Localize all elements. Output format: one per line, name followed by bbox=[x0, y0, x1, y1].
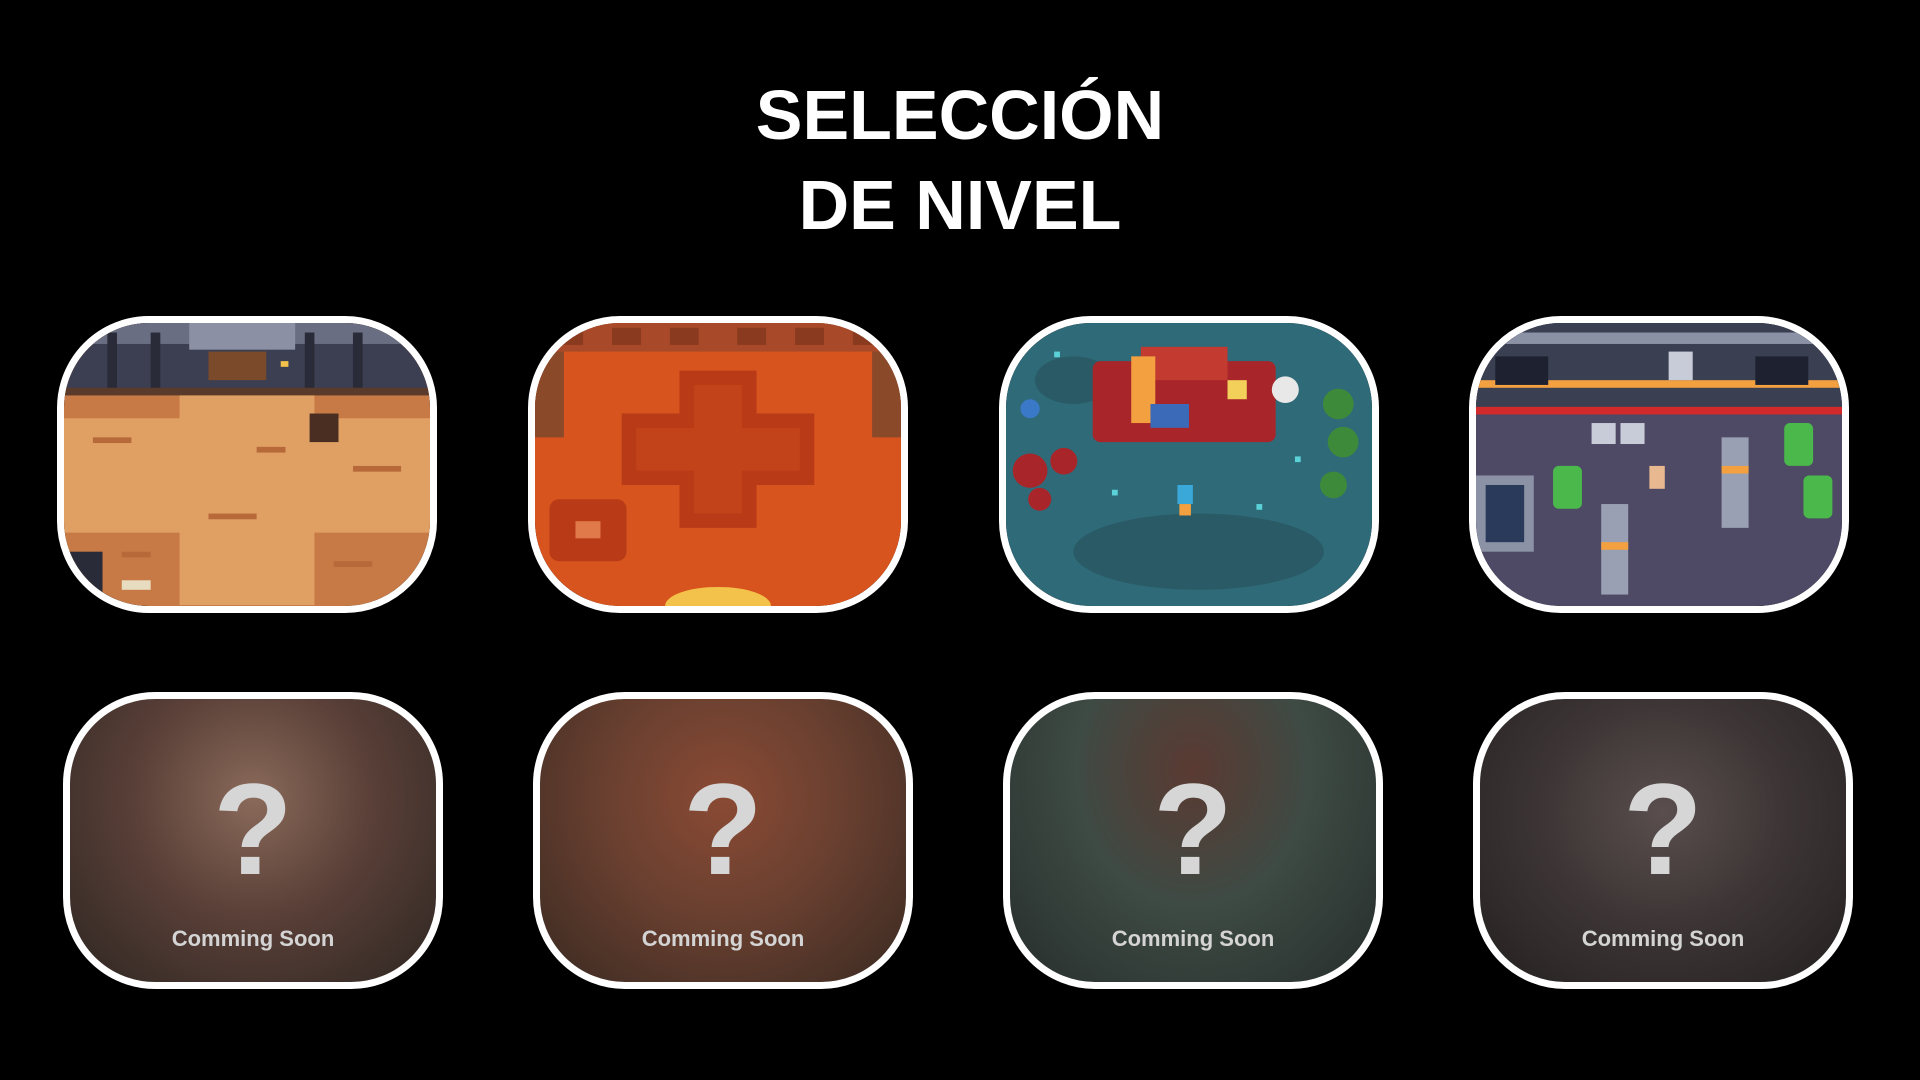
level-card-3[interactable] bbox=[999, 316, 1379, 613]
coming-soon-label: Comming Soon bbox=[1581, 926, 1745, 951]
level-card-2[interactable] bbox=[528, 316, 908, 613]
question-mark-icon: ? bbox=[1623, 756, 1703, 902]
level-4-preview bbox=[1476, 323, 1842, 606]
coming-soon-label: Comming Soon bbox=[1111, 926, 1275, 951]
title-line-2: DE NIVEL bbox=[798, 166, 1122, 244]
title-line-1: SELECCIÓN bbox=[755, 76, 1165, 154]
question-mark-icon: ? bbox=[213, 756, 293, 902]
question-mark-icon: ? bbox=[1153, 756, 1233, 902]
coming-soon-label: Comming Soon bbox=[641, 926, 805, 951]
page-title: SELECCIÓN DE NIVEL bbox=[0, 70, 1920, 250]
level-card-4[interactable] bbox=[1469, 316, 1849, 613]
coming-soon-label: Comming Soon bbox=[171, 926, 335, 951]
level-2-preview bbox=[535, 323, 901, 606]
locked-level-card-4[interactable]: ? Comming Soon bbox=[1473, 692, 1853, 989]
locked-level-card-3[interactable]: ? Comming Soon bbox=[1003, 692, 1383, 989]
level-3-preview bbox=[1006, 323, 1372, 606]
level-1-preview bbox=[64, 323, 430, 606]
level-card-1[interactable] bbox=[57, 316, 437, 613]
locked-level-card-2[interactable]: ? Comming Soon bbox=[533, 692, 913, 989]
locked-level-card-1[interactable]: ? Comming Soon bbox=[63, 692, 443, 989]
question-mark-icon: ? bbox=[683, 756, 763, 902]
